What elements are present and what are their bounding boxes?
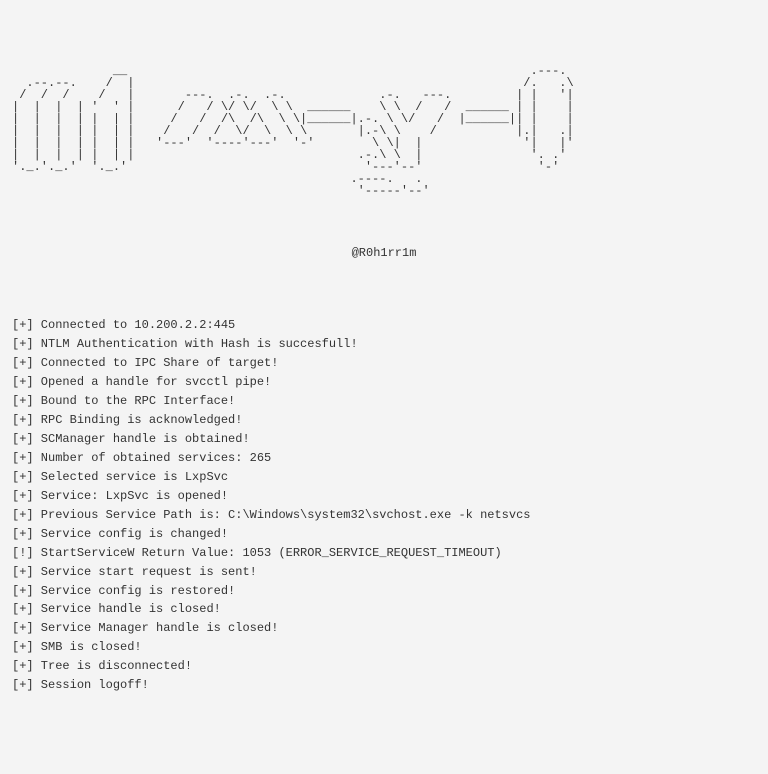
- log-text: Service config is restored!: [34, 584, 236, 598]
- log-text: SCManager handle is obtained!: [34, 432, 250, 446]
- log-line: [+] Service config is changed!: [12, 525, 756, 544]
- log-prefix: [+]: [12, 621, 34, 635]
- log-line: [+] Service start request is sent!: [12, 563, 756, 582]
- log-line: [+] Service: LxpSvc is opened!: [12, 487, 756, 506]
- log-prefix: [+]: [12, 527, 34, 541]
- log-text: Session logoff!: [34, 678, 149, 692]
- log-prefix: [+]: [12, 318, 34, 332]
- log-output: [+] Connected to 10.200.2.2:445[+] NTLM …: [12, 316, 756, 695]
- log-prefix: [+]: [12, 489, 34, 503]
- log-text: Previous Service Path is: C:\Windows\sys…: [34, 508, 531, 522]
- log-text: RPC Binding is acknowledged!: [34, 413, 243, 427]
- log-text: Service config is changed!: [34, 527, 228, 541]
- log-text: Service handle is closed!: [34, 602, 221, 616]
- log-prefix: [+]: [12, 451, 34, 465]
- log-line: [+] NTLM Authentication with Hash is suc…: [12, 335, 756, 354]
- log-text: Service start request is sent!: [34, 565, 257, 579]
- log-text: SMB is closed!: [34, 640, 142, 654]
- log-line: [+] Service handle is closed!: [12, 600, 756, 619]
- log-text: Service Manager handle is closed!: [34, 621, 279, 635]
- log-text: Service: LxpSvc is opened!: [34, 489, 228, 503]
- log-line: [+] Number of obtained services: 265: [12, 449, 756, 468]
- log-prefix: [+]: [12, 678, 34, 692]
- log-line: [+] Connected to 10.200.2.2:445: [12, 316, 756, 335]
- log-prefix: [+]: [12, 584, 34, 598]
- log-line: [+] Selected service is LxpSvc: [12, 468, 756, 487]
- author-handle: @R0h1rr1m: [12, 247, 756, 261]
- log-text: Number of obtained services: 265: [34, 451, 272, 465]
- log-line: [+] Session logoff!: [12, 676, 756, 695]
- log-prefix: [!]: [12, 546, 34, 560]
- log-prefix: [+]: [12, 470, 34, 484]
- log-line: [+] Opened a handle for svcctl pipe!: [12, 373, 756, 392]
- log-text: Selected service is LxpSvc: [34, 470, 228, 484]
- log-line: [+] Service Manager handle is closed!: [12, 619, 756, 638]
- log-line: [+] RPC Binding is acknowledged!: [12, 411, 756, 430]
- log-prefix: [+]: [12, 356, 34, 370]
- log-text: Opened a handle for svcctl pipe!: [34, 375, 272, 389]
- log-line: [+] Previous Service Path is: C:\Windows…: [12, 506, 756, 525]
- log-line: [+] Connected to IPC Share of target!: [12, 354, 756, 373]
- log-line: [+] Service config is restored!: [12, 582, 756, 601]
- log-prefix: [+]: [12, 659, 34, 673]
- log-prefix: [+]: [12, 602, 34, 616]
- log-text: Connected to IPC Share of target!: [34, 356, 279, 370]
- log-prefix: [+]: [12, 337, 34, 351]
- log-prefix: [+]: [12, 432, 34, 446]
- log-text: StartServiceW Return Value: 1053 (ERROR_…: [34, 546, 502, 560]
- log-line: [+] Bound to the RPC Interface!: [12, 392, 756, 411]
- log-line: [+] SMB is closed!: [12, 638, 756, 657]
- log-line: [!] StartServiceW Return Value: 1053 (ER…: [12, 544, 756, 563]
- log-prefix: [+]: [12, 375, 34, 389]
- log-line: [+] SCManager handle is obtained!: [12, 430, 756, 449]
- log-text: Connected to 10.200.2.2:445: [34, 318, 236, 332]
- log-prefix: [+]: [12, 565, 34, 579]
- log-text: Bound to the RPC Interface!: [34, 394, 236, 408]
- log-prefix: [+]: [12, 508, 34, 522]
- log-text: NTLM Authentication with Hash is succesf…: [34, 337, 358, 351]
- log-prefix: [+]: [12, 413, 34, 427]
- ascii-art-banner: __ .---. .--.--. / | /. .\ / / / / | ---…: [12, 65, 756, 197]
- log-text: Tree is disconnected!: [34, 659, 192, 673]
- log-prefix: [+]: [12, 640, 34, 654]
- log-prefix: [+]: [12, 394, 34, 408]
- log-line: [+] Tree is disconnected!: [12, 657, 756, 676]
